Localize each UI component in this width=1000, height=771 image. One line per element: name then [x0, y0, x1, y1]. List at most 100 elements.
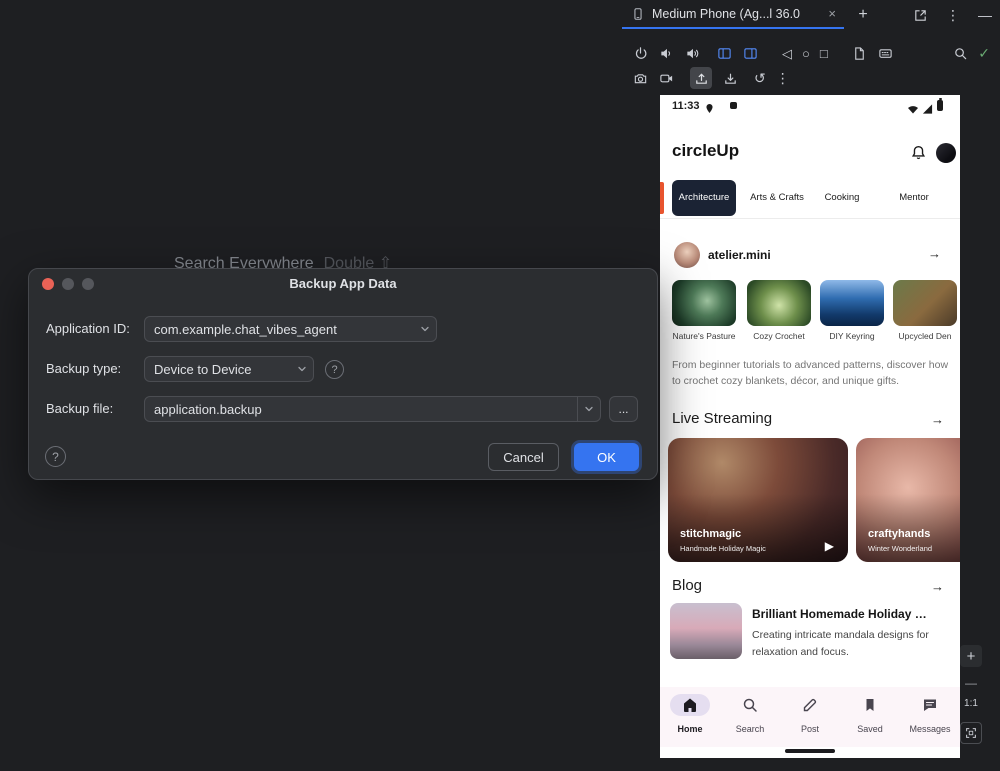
nav-item-messages[interactable]: Messages — [900, 687, 960, 747]
toolbar-more-icon[interactable]: ⋮ — [776, 71, 790, 85]
profile-avatar[interactable] — [936, 143, 956, 163]
more-options-icon[interactable]: ⋮ — [946, 8, 960, 22]
profile-name[interactable]: atelier.mini — [708, 248, 771, 262]
category-tabs: Architecture Arts & Crafts Cooking Mento… — [660, 178, 960, 219]
gesture-handle[interactable] — [785, 749, 835, 753]
panel-window-controls: ⋮ — — [912, 0, 992, 30]
live-streaming-heading: Live Streaming — [672, 410, 772, 427]
blog-post-title[interactable]: Brilliant Homemade Holiday … — [752, 607, 952, 621]
back-button[interactable]: ◁ — [782, 47, 792, 60]
open-in-window-icon[interactable] — [912, 7, 928, 23]
tab-architecture[interactable]: Architecture — [672, 180, 736, 216]
gallery-image — [747, 280, 811, 326]
section-description: From beginner tutorials to advanced patt… — [672, 357, 952, 389]
nav-item-home[interactable]: Home — [660, 687, 720, 747]
signal-icon — [922, 101, 933, 119]
tab-arts-crafts[interactable]: Arts & Crafts — [748, 180, 806, 216]
tab-cooking[interactable]: Cooking — [814, 180, 870, 216]
zoom-reset-button[interactable]: 1:1 — [958, 698, 984, 709]
nav-item-saved[interactable]: Saved — [840, 687, 900, 747]
blog-thumbnail[interactable] — [670, 603, 742, 659]
application-id-combobox[interactable]: com.example.chat_vibes_agent — [144, 316, 437, 342]
application-id-value: com.example.chat_vibes_agent — [145, 322, 414, 337]
nav-item-post[interactable]: Post — [780, 687, 840, 747]
home-icon — [681, 696, 699, 714]
gallery-item[interactable]: DIY Keyring — [820, 280, 884, 341]
stream-name: craftyhands — [868, 528, 930, 540]
gallery-caption: Cozy Crochet — [747, 331, 811, 341]
backup-type-help-icon[interactable]: ? — [325, 360, 344, 379]
nav-label: Post — [780, 724, 840, 734]
minimize-panel-icon[interactable]: — — [978, 8, 992, 22]
gallery-image — [672, 280, 736, 326]
dialog-title: Backup App Data — [29, 276, 657, 291]
tab-mentor[interactable]: Mentor — [888, 180, 940, 216]
stream-name: stitchmagic — [680, 528, 741, 540]
screenshot-button[interactable] — [852, 45, 868, 61]
bottom-navigation: Home Search Post — [660, 687, 960, 747]
fold-left-button[interactable] — [716, 45, 732, 61]
backup-file-value: application.backup — [145, 402, 577, 417]
new-tab-button[interactable]: + — [850, 0, 876, 30]
stream-card[interactable]: stitchmagic Handmade Holiday Magic ▶ — [668, 438, 848, 562]
notification-icon — [730, 102, 737, 109]
app-title: circleUp — [672, 141, 739, 161]
backup-app-data-dialog: Backup App Data Application ID: com.exam… — [28, 268, 658, 480]
overview-button[interactable]: □ — [820, 47, 828, 60]
gallery-image — [893, 280, 957, 326]
gallery-item[interactable]: Upcycled Den — [893, 280, 957, 341]
backup-type-combobox[interactable]: Device to Device — [144, 356, 314, 382]
zoom-in-button[interactable]: + — [960, 645, 982, 667]
reset-button[interactable]: ↺ — [754, 71, 766, 85]
chat-icon — [921, 696, 939, 714]
status-bar-time: 11:33 — [672, 100, 700, 112]
device-screen[interactable]: 11:33 circleUp Architecture Arts — [660, 95, 960, 758]
tab-accent-bar — [660, 182, 664, 214]
device-tab[interactable]: Medium Phone (Ag...l 36.0 × — [622, 0, 844, 29]
play-icon[interactable]: ▶ — [825, 539, 834, 553]
chevron-down-icon — [414, 317, 436, 341]
volume-down-button[interactable] — [658, 45, 674, 61]
keyboard-input-button[interactable] — [878, 45, 894, 61]
profile-arrow-icon[interactable]: → — [928, 246, 941, 261]
dialog-help-icon[interactable]: ? — [45, 446, 66, 467]
download-backup-button[interactable] — [722, 70, 738, 86]
camera-button[interactable] — [632, 70, 648, 86]
backup-file-label: Backup file: — [46, 396, 113, 422]
ok-button[interactable]: OK — [574, 443, 639, 471]
notifications-bell-icon[interactable] — [910, 144, 927, 166]
volume-up-button[interactable] — [684, 45, 700, 61]
pencil-icon — [801, 696, 819, 714]
application-id-label: Application ID: — [46, 316, 130, 342]
phone-device-icon — [630, 6, 646, 22]
chevron-down-icon[interactable] — [577, 397, 600, 421]
upload-backup-button[interactable] — [690, 67, 712, 89]
power-button[interactable] — [632, 45, 648, 61]
wifi-icon — [907, 101, 919, 119]
nav-label: Saved — [840, 724, 900, 734]
gallery-caption: DIY Keyring — [820, 331, 884, 341]
zoom-to-fit-button[interactable] — [960, 722, 982, 744]
search-magnifier-icon[interactable] — [952, 45, 968, 61]
ide-window: Search EverywhereDouble ⇧ Backup App Dat… — [0, 0, 1000, 771]
nav-item-search[interactable]: Search — [720, 687, 780, 747]
fold-right-button[interactable] — [742, 45, 758, 61]
blog-arrow-icon[interactable]: → — [931, 579, 944, 594]
browse-file-button[interactable]: ... — [609, 396, 638, 422]
home-button[interactable]: ○ — [802, 47, 810, 60]
nav-label: Search — [720, 724, 780, 734]
close-tab-icon[interactable]: × — [828, 6, 836, 21]
cancel-button[interactable]: Cancel — [488, 443, 559, 471]
backup-type-value: Device to Device — [145, 362, 291, 377]
screen-record-button[interactable] — [658, 70, 674, 86]
blog-post-excerpt: Creating intricate mandala designs for r… — [752, 627, 940, 661]
zoom-out-button[interactable]: — — [960, 676, 982, 690]
device-tab-title: Medium Phone (Ag...l 36.0 — [652, 7, 800, 21]
backup-file-combobox[interactable]: application.backup — [144, 396, 601, 422]
gallery-item[interactable]: Cozy Crochet — [747, 280, 811, 341]
atelier-avatar[interactable] — [674, 242, 700, 268]
live-streaming-arrow-icon[interactable]: → — [931, 412, 944, 427]
gallery-item[interactable]: Nature's Pasture — [672, 280, 736, 341]
stream-card[interactable]: craftyhands Winter Wonderland — [856, 438, 960, 562]
fit-screen-icon — [963, 725, 979, 741]
